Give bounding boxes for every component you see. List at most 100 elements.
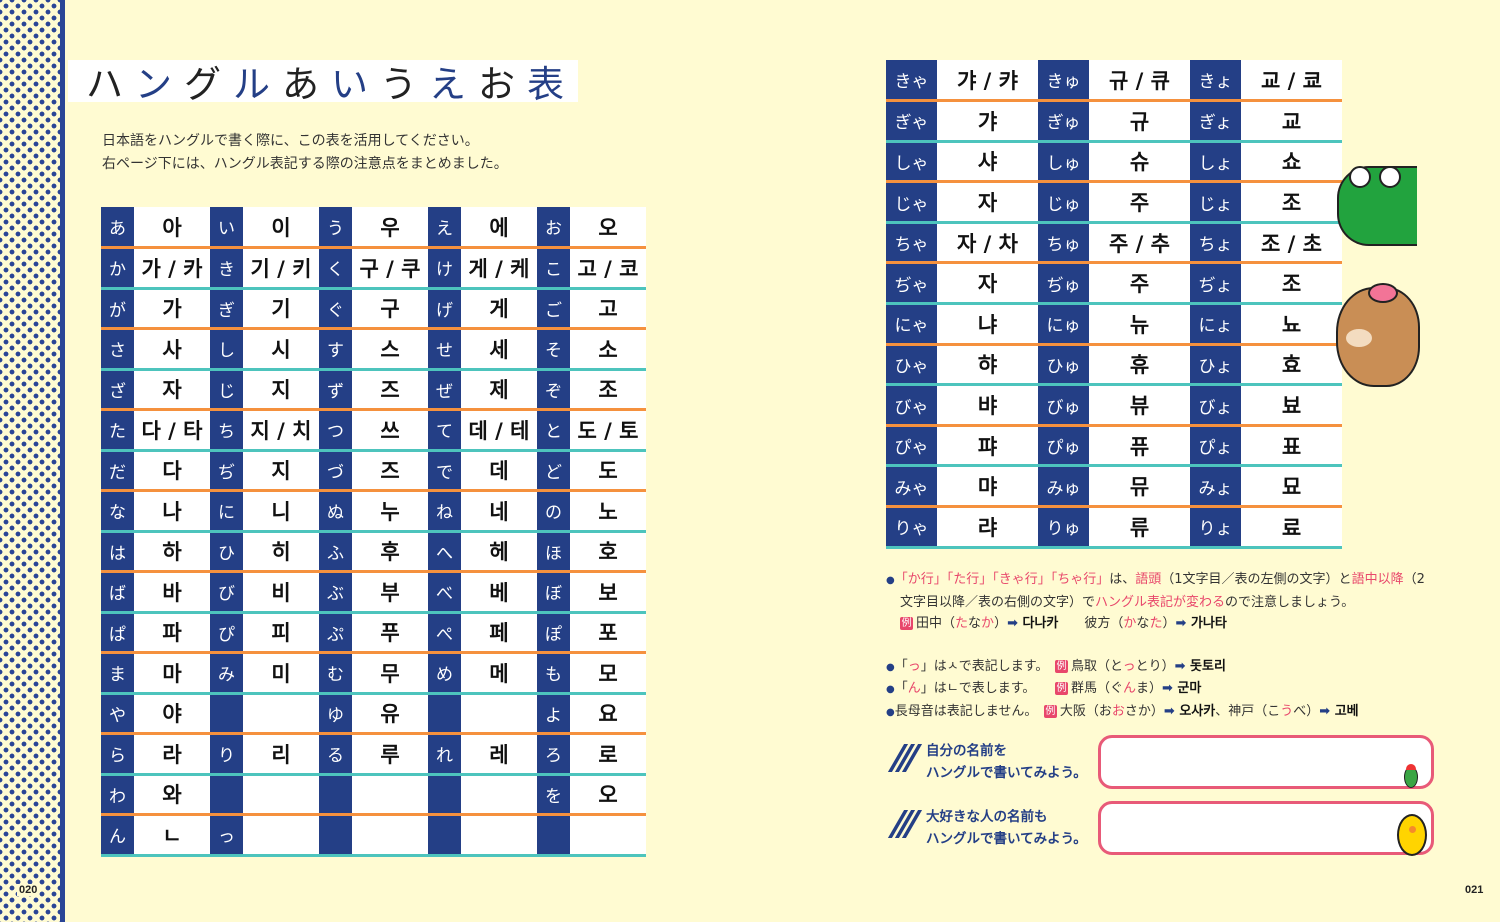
title-char: 表 (527, 63, 576, 106)
kana-cell: み (210, 652, 243, 695)
border-edge (60, 0, 65, 922)
hangul-cell: 지 / 치 (243, 409, 319, 452)
hangul-cell: 로 (570, 733, 646, 776)
kana-cell: ら (101, 733, 134, 776)
kana-cell: が (101, 288, 134, 330)
kana-cell: へ (428, 531, 461, 573)
kana-cell (428, 814, 461, 857)
table-row: ぱ파ぴ피ぷ푸ぺ페ぽ포 (101, 612, 646, 654)
name-write-box-2[interactable] (1098, 801, 1434, 855)
hangul-cell: 세 (461, 328, 537, 371)
kana-cell: お (537, 207, 570, 249)
note-text: 彼方（ (1058, 616, 1124, 631)
kana-cell: ろ (537, 733, 570, 776)
hangul-cell: 랴 (937, 506, 1038, 549)
hangul-cell: 아 (134, 207, 210, 249)
kana-cell: わ (101, 774, 134, 816)
hangul-cell: 에 (461, 207, 537, 249)
note-text: ので注意しましょう。 (1225, 594, 1355, 610)
hangul-cell: 지 (243, 450, 319, 492)
hangul-cell: 헤 (461, 531, 537, 573)
kana-cell: び (210, 571, 243, 614)
note-line: ●「ん」はㄴで表します。 例群馬（ぐんま）➡ 군마 (886, 678, 1425, 701)
hangul-cell: 즈 (352, 369, 428, 411)
kana-cell: ね (428, 490, 461, 533)
hangul-cell: 조 (570, 369, 646, 411)
hangul-cell: 주 / 추 (1089, 222, 1190, 265)
kana-cell: ご (537, 288, 570, 330)
table-row: が가ぎ기ぐ구げ게ご고 (101, 288, 646, 330)
kana-cell: こ (537, 247, 570, 290)
hangul-cell: 유 (352, 693, 428, 735)
table-row: さ사し시す스せ세そ소 (101, 328, 646, 371)
note-text: 다나카 (1017, 616, 1059, 631)
hangul-cell: 효 (1241, 344, 1342, 387)
hangul-cell: 샤 (937, 141, 1038, 184)
hangul-cell: 햐 (937, 344, 1038, 387)
frog-character-icon (1337, 166, 1417, 246)
hangul-cell (461, 693, 537, 735)
kana-cell: じ (210, 369, 243, 411)
title-char: う (380, 63, 429, 106)
kana-cell: な (101, 490, 134, 533)
hangul-cell: 데 / 테 (461, 409, 537, 452)
note-text: っ (907, 658, 921, 674)
kana-cell: ぎ (210, 288, 243, 330)
note-text: ん (1122, 681, 1136, 696)
hangul-cell: 하 (134, 531, 210, 573)
note-line: ●「っ」はㅅで表記します。 例鳥取（とっとり）➡ 돗토리 (886, 656, 1425, 679)
hangul-cell: 퍄 (937, 425, 1038, 468)
kana-cell: ば (101, 571, 134, 614)
hangul-cell: 주 (1089, 262, 1190, 306)
note-text: 田中（ (916, 616, 956, 631)
hangul-cell: 메 (461, 652, 537, 695)
name-write-box-1[interactable] (1098, 735, 1434, 789)
hangul-cell (461, 774, 537, 816)
hangul-cell: 뱌 (937, 384, 1038, 427)
hangul-cell: 뷰 (1089, 384, 1190, 427)
pencil-icon (887, 808, 923, 848)
hangul-cell: 구 (352, 288, 428, 330)
table-row: だ다ぢ지づ즈で데ど도 (101, 450, 646, 492)
kana-cell: を (537, 774, 570, 816)
hangul-cell (243, 693, 319, 735)
kana-cell: か (101, 247, 134, 290)
kana-cell: れ (428, 733, 461, 776)
hangul-cell: 시 (243, 328, 319, 371)
hangul-cell: 즈 (352, 450, 428, 492)
kana-cell: みゃ (886, 465, 937, 509)
write-prompt-1: 自分の名前を ハングルで書いてみよう。 (887, 740, 1087, 784)
hangul-cell: 주 (1089, 181, 1190, 224)
kana-cell (428, 693, 461, 735)
kana-cell: きょ (1190, 60, 1241, 103)
hangul-cell: 비 (243, 571, 319, 614)
kana-cell: びゅ (1038, 384, 1089, 427)
hangul-cell: 조 / 초 (1241, 222, 1342, 265)
note-line: 例田中（たなか）➡ 다나카 彼方（かなた）➡ 가나타 (886, 613, 1425, 635)
kana-cell: ぽ (537, 612, 570, 654)
hangul-cell: 뉴 (1089, 303, 1190, 346)
note-text: 「か行」「た行」「きゃ行」「ちゃ行」 (894, 572, 1110, 587)
kana-cell: ぎょ (1190, 100, 1241, 143)
kana-cell: ぴょ (1190, 425, 1241, 468)
hangul-cell: 야 (134, 693, 210, 735)
hangul-cell: 쇼 (1241, 141, 1342, 184)
table-row: みゃ 먀 みゅ 뮤 みょ 묘 (886, 465, 1342, 509)
hangul-cell: 니 (243, 490, 319, 533)
hangul-cell: 우 (352, 207, 428, 249)
kana-cell: ち (210, 409, 243, 452)
kana-cell: げ (428, 288, 461, 330)
kana-cell: ちゃ (886, 222, 937, 265)
kana-cell: ひょ (1190, 344, 1241, 387)
table-row: びゃ 뱌 びゅ 뷰 びょ 뵤 (886, 384, 1342, 427)
hangul-cell: 제 (461, 369, 537, 411)
kana-cell: せ (428, 328, 461, 371)
hangul-cell: 고 / 코 (570, 247, 646, 290)
hangul-cell: 규 / 큐 (1089, 60, 1190, 103)
kana-cell: で (428, 450, 461, 492)
kana-cell: ま (101, 652, 134, 695)
kana-cell: びゃ (886, 384, 937, 427)
prompt-line: ハングルで書いてみよう。 (926, 765, 1087, 781)
hangul-cell: 다 / 타 (134, 409, 210, 452)
note-text: 「 (894, 681, 908, 696)
